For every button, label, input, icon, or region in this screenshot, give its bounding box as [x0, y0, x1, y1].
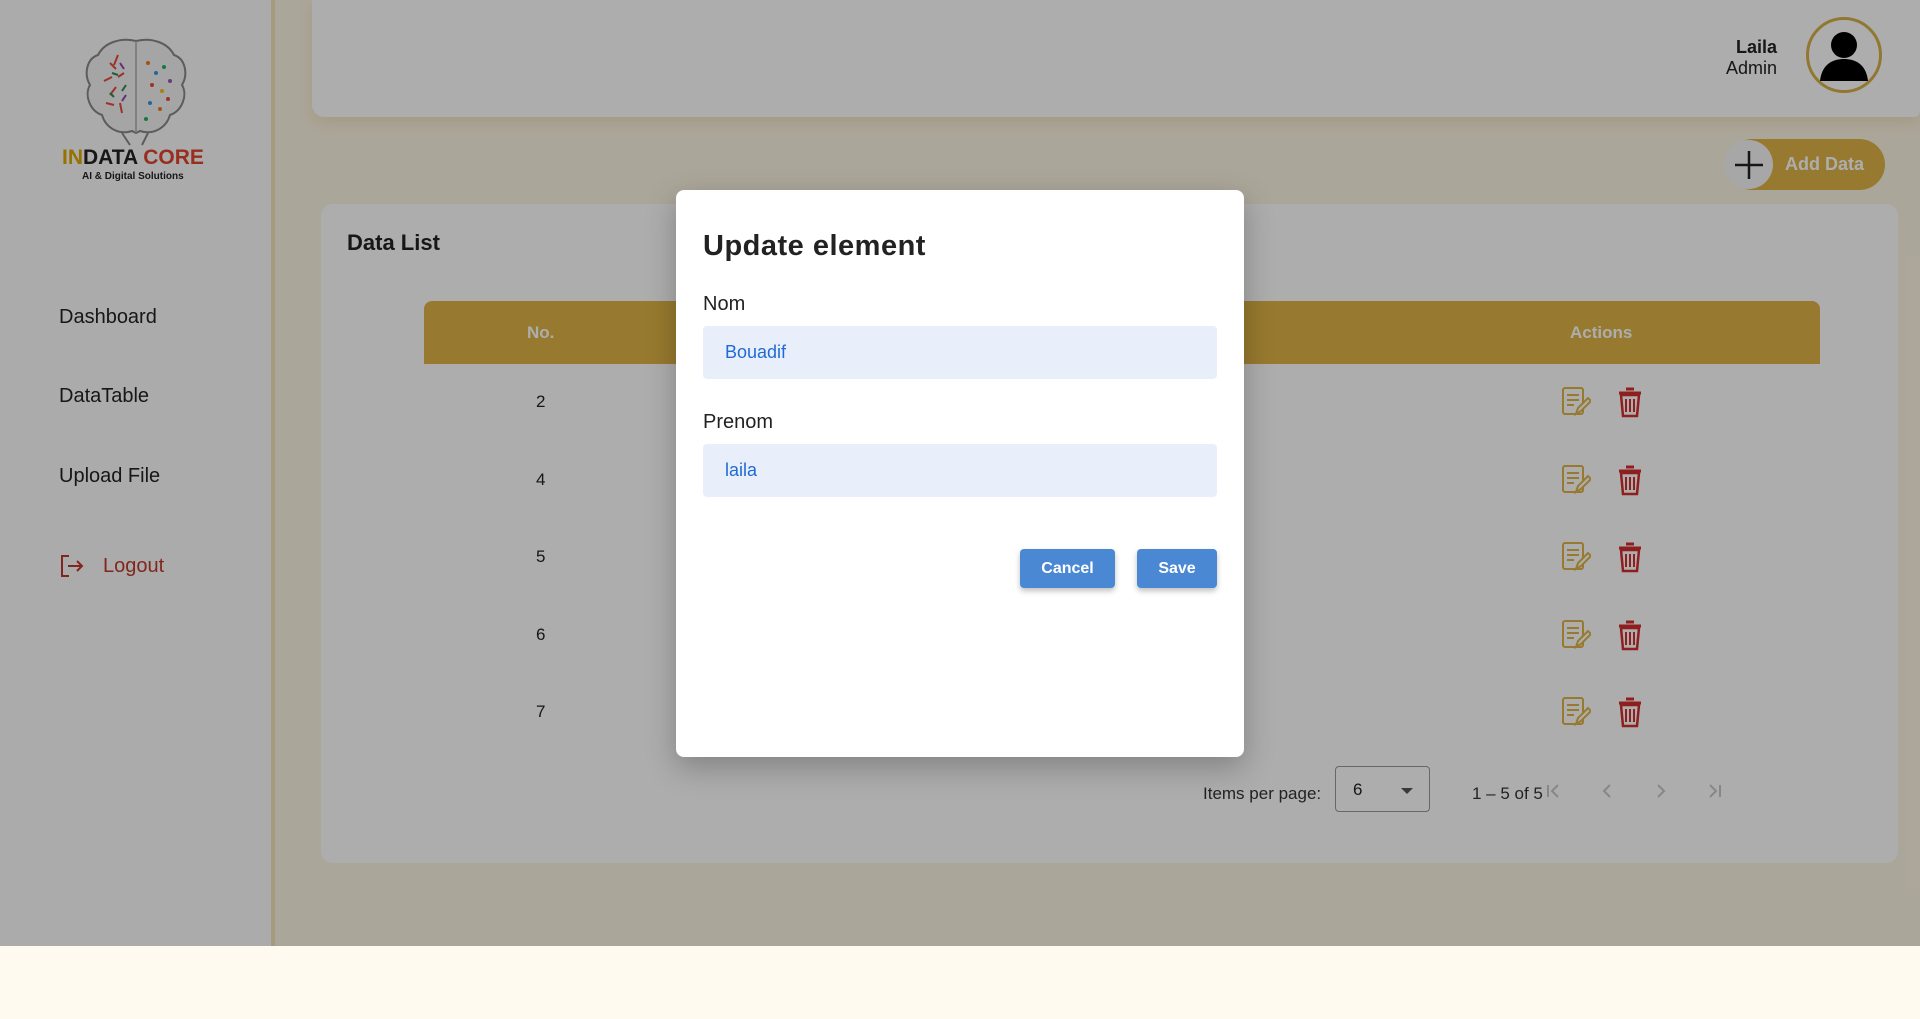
- nom-label: Nom: [703, 293, 746, 315]
- cancel-button[interactable]: Cancel: [1020, 549, 1115, 588]
- dialog-title: Update element: [703, 230, 926, 262]
- update-dialog: Update element Nom Prenom Cancel Save: [676, 190, 1244, 757]
- prenom-input[interactable]: [703, 444, 1217, 497]
- prenom-label: Prenom: [703, 411, 774, 433]
- save-button[interactable]: Save: [1137, 549, 1217, 588]
- nom-input[interactable]: [703, 326, 1217, 379]
